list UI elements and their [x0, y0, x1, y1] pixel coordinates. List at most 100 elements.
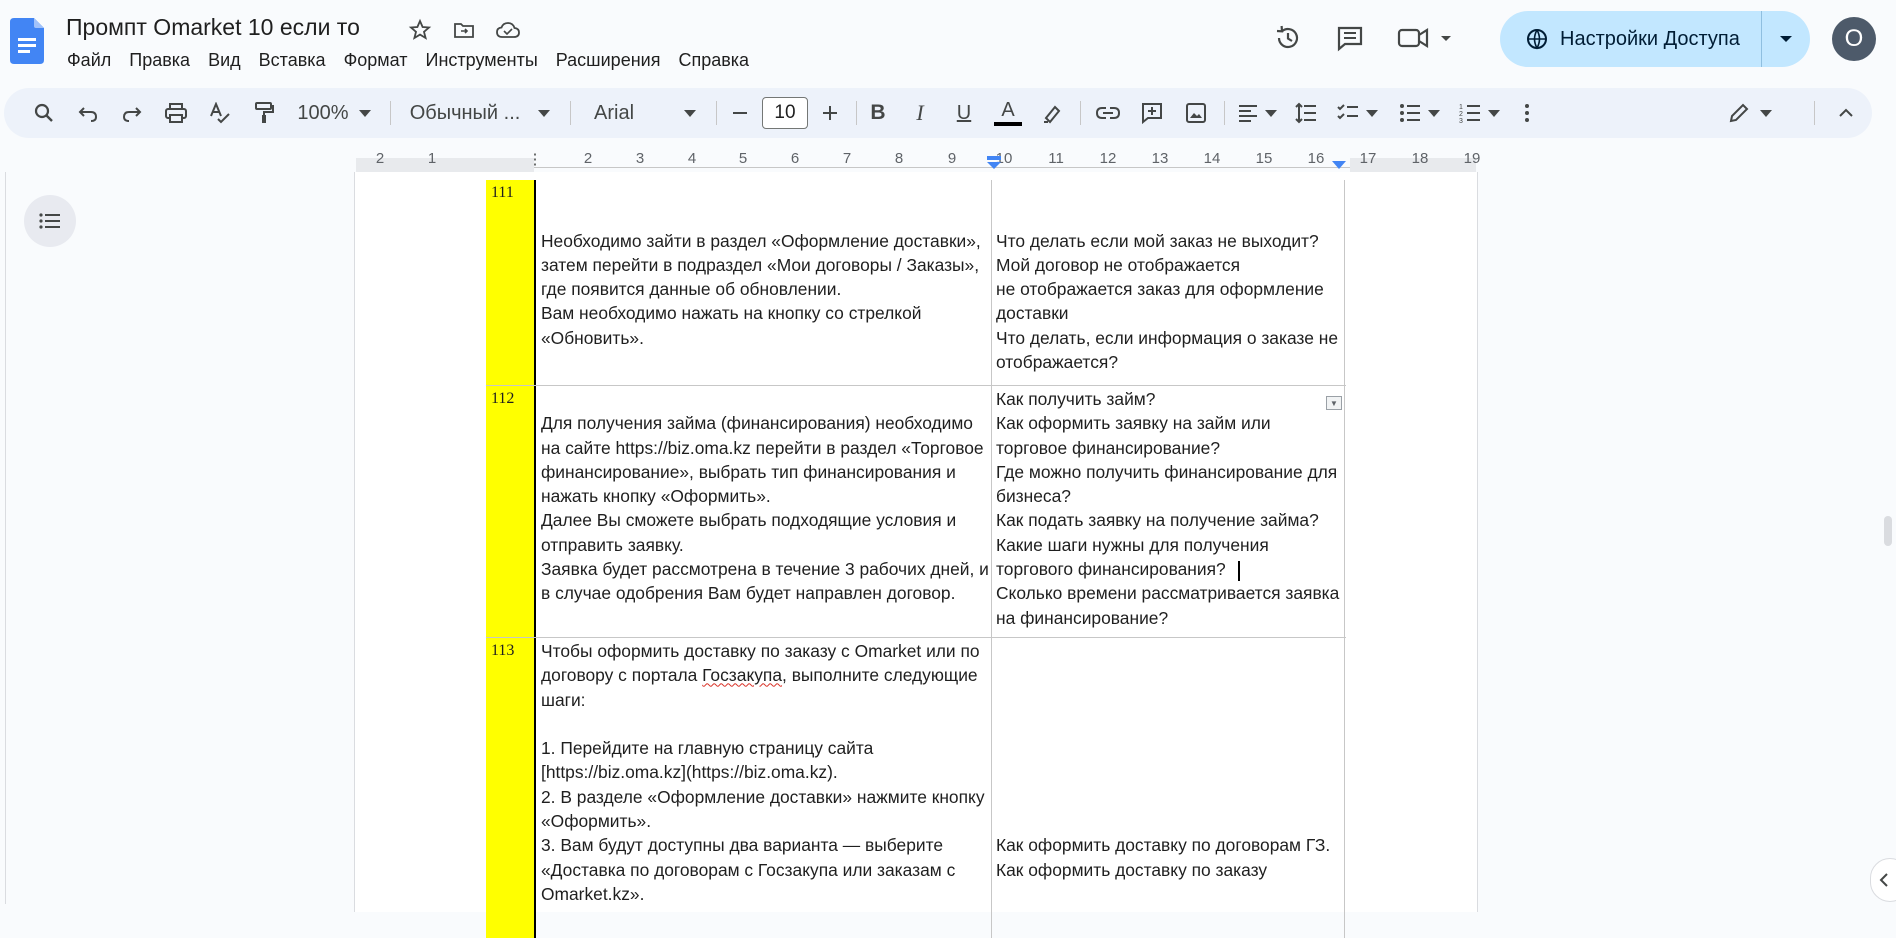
move-folder-icon[interactable]	[450, 16, 478, 44]
editing-mode-select[interactable]	[1722, 88, 1778, 138]
bold-button[interactable]: B	[860, 88, 896, 138]
ruler-label: 18	[1411, 150, 1429, 167]
cell-dropdown-icon[interactable]: ▼	[1326, 396, 1342, 410]
answer-cell[interactable]: Чтобы оформить доставку по заказу с Omar…	[538, 639, 992, 906]
font-select[interactable]: Arial	[580, 88, 710, 138]
globe-icon	[1527, 29, 1547, 50]
font-size-input[interactable]: 10	[762, 97, 808, 129]
star-icon[interactable]	[406, 16, 434, 44]
increase-font-size-icon[interactable]	[812, 88, 848, 138]
ruler-label: 14	[1203, 150, 1221, 167]
ruler-label: 12	[1099, 150, 1117, 167]
answer-cell[interactable]: Необходимо зайти в раздел «Оформление до…	[538, 180, 992, 350]
history-icon[interactable]	[1268, 18, 1308, 58]
menu-extensions[interactable]: Расширения	[547, 48, 670, 73]
ruler-label: 19	[1463, 150, 1481, 167]
chevron-down-icon	[1760, 109, 1772, 117]
ruler-label: 6	[790, 150, 800, 167]
questions-cell[interactable]: Как получить займ? Как оформить заявку н…	[993, 387, 1343, 630]
spellcheck-icon[interactable]	[202, 88, 238, 138]
underline-button[interactable]: U	[946, 88, 982, 138]
ruler-label: 8	[894, 150, 904, 167]
numbered-list-select[interactable]: 123	[1454, 88, 1504, 138]
menu-help[interactable]: Справка	[669, 48, 758, 73]
misspelled-word[interactable]: Госзакупа	[702, 665, 782, 685]
ruler-label: 1	[427, 150, 437, 167]
menu-insert[interactable]: Вставка	[250, 48, 335, 73]
bulleted-list-select[interactable]	[1394, 88, 1444, 138]
ruler-label: 5	[738, 150, 748, 167]
svg-text:3: 3	[1459, 118, 1463, 124]
ruler-label: 17	[1359, 150, 1377, 167]
questions-cell[interactable]: Что делать если мой заказ не выходит? Мо…	[993, 180, 1343, 374]
avatar[interactable]: O	[1832, 17, 1876, 61]
italic-button[interactable]: I	[902, 88, 938, 138]
horizontal-ruler[interactable]: 2 1 ⋮ 2 3 4 5 6 7 8 9 10 11 12 13 14 15 …	[0, 148, 1896, 172]
ruler-label: ⋮	[527, 151, 543, 168]
zoom-select[interactable]: 100%	[290, 88, 378, 138]
menu-bar: Файл Правка Вид Вставка Формат Инструмен…	[58, 48, 758, 73]
print-icon[interactable]	[158, 88, 194, 138]
line-spacing-icon[interactable]	[1288, 88, 1324, 138]
hide-menus-icon[interactable]	[1828, 88, 1864, 138]
checklist-icon	[1337, 104, 1358, 120]
menu-tools[interactable]: Инструменты	[417, 48, 547, 73]
meet-icon[interactable]	[1392, 18, 1456, 58]
right-indent-marker-icon[interactable]	[1331, 160, 1347, 170]
docs-logo-icon[interactable]	[10, 18, 44, 64]
font-value: Arial	[594, 101, 635, 124]
search-menus-icon[interactable]	[26, 88, 62, 138]
top-bar: Промпт Omarket 10 если то Файл Правка Ви…	[0, 0, 1896, 80]
chevron-left-icon	[1879, 873, 1888, 887]
row-number-cell[interactable]: 111	[486, 180, 536, 385]
bulleted-list-icon	[1400, 104, 1420, 122]
row-number-cell[interactable]: 112	[486, 386, 536, 637]
vertical-ruler[interactable]	[0, 172, 6, 904]
indent-marker-icon[interactable]	[986, 156, 1002, 170]
align-select[interactable]	[1232, 88, 1282, 138]
cloud-saved-icon[interactable]	[494, 16, 522, 44]
decrease-font-size-icon[interactable]	[722, 88, 758, 138]
chevron-down-icon	[1488, 109, 1500, 117]
pencil-icon	[1729, 103, 1749, 123]
chevron-down-icon	[358, 109, 371, 117]
ruler-label: 7	[842, 150, 852, 167]
scrollbar-thumb[interactable]	[1884, 516, 1892, 546]
side-panel-toggle[interactable]	[1870, 858, 1896, 902]
checklist-select[interactable]	[1332, 88, 1382, 138]
menu-file[interactable]: Файл	[58, 48, 120, 73]
link-icon[interactable]	[1090, 88, 1126, 138]
answer-cell[interactable]: Для получения займа (финансирования) нео…	[538, 387, 992, 606]
document-outline-button[interactable]	[24, 195, 76, 247]
ruler-label: 2	[375, 150, 385, 167]
numbered-list-icon: 123	[1459, 104, 1480, 124]
paint-format-icon[interactable]	[246, 88, 282, 138]
svg-text:2: 2	[1459, 111, 1463, 118]
chevron-down-icon	[1265, 109, 1277, 117]
text-color-swatch	[994, 122, 1022, 126]
share-button[interactable]: Настройки Доступа	[1500, 11, 1810, 67]
answer-text: , выполните следующие шаги: 1. Перейдите…	[541, 665, 985, 904]
redo-icon[interactable]	[114, 88, 150, 138]
share-dropdown-icon[interactable]	[1762, 35, 1810, 43]
paragraph-style-select[interactable]: Обычный ...	[400, 88, 560, 138]
highlight-icon[interactable]	[1034, 88, 1070, 138]
insert-image-icon[interactable]	[1178, 88, 1214, 138]
undo-icon[interactable]	[70, 88, 106, 138]
comments-icon[interactable]	[1330, 18, 1370, 58]
add-comment-icon[interactable]	[1134, 88, 1170, 138]
row-number-cell[interactable]: 113	[486, 638, 536, 938]
table-row: 113 Чтобы оформить доставку по заказу с …	[486, 638, 1346, 938]
text-color-button[interactable]: A	[990, 88, 1026, 138]
formatting-toolbar: 100% Обычный ... Arial 10 B I U A 123	[4, 88, 1872, 138]
document-title[interactable]: Промпт Omarket 10 если то	[66, 14, 360, 41]
chevron-down-icon	[684, 109, 697, 117]
ruler-label: 15	[1255, 150, 1273, 167]
questions-cell[interactable]: Как оформить доставку по договорам ГЗ. К…	[993, 639, 1343, 882]
menu-format[interactable]: Формат	[335, 48, 417, 73]
outline-icon	[39, 213, 60, 229]
menu-view[interactable]: Вид	[199, 48, 250, 73]
more-options-icon[interactable]	[1512, 88, 1542, 138]
menu-edit[interactable]: Правка	[120, 48, 199, 73]
chevron-down-icon	[1366, 109, 1378, 117]
